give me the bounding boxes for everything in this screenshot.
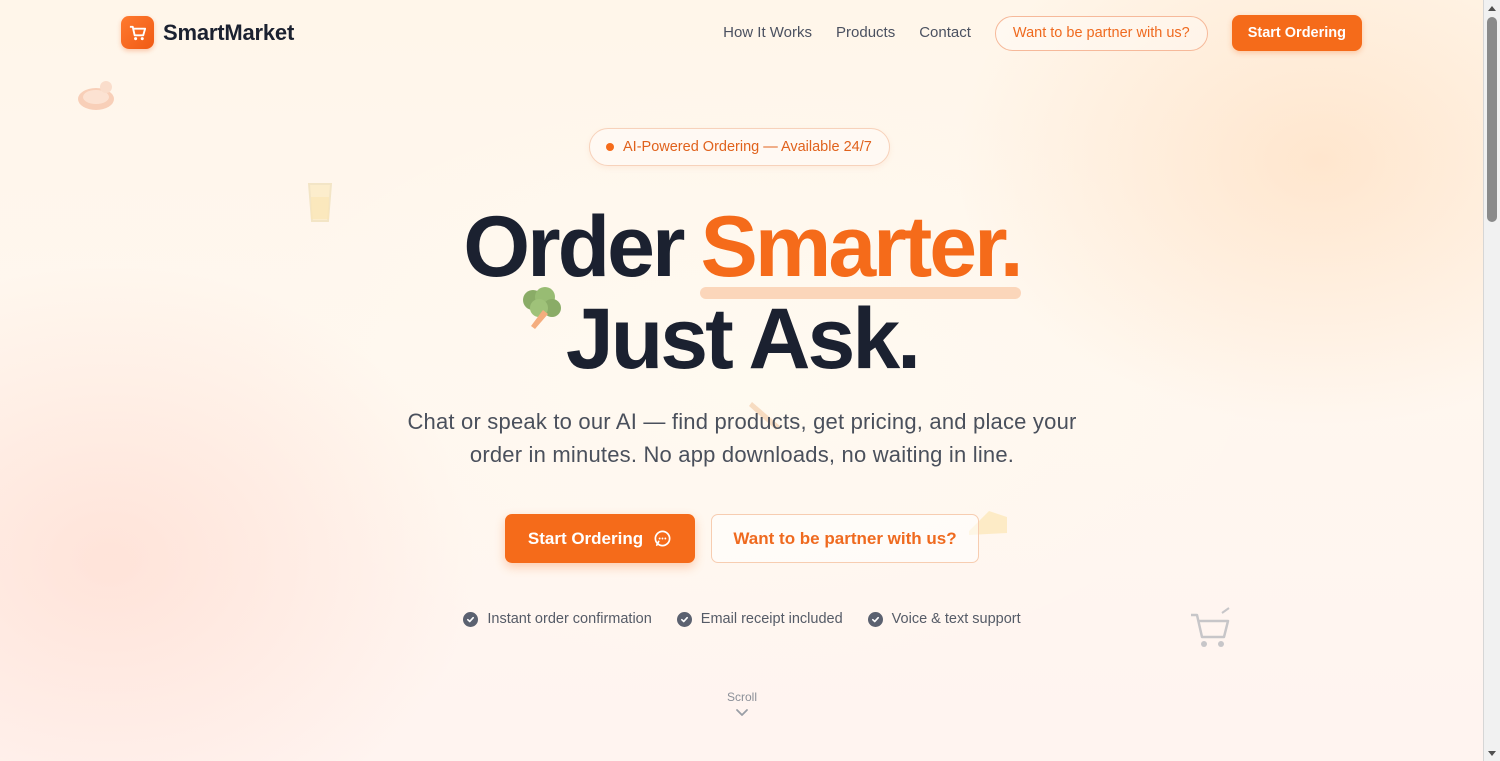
check-circle-icon [676, 611, 692, 627]
ai-badge-label: AI-Powered Ordering — Available 24/7 [623, 139, 872, 155]
brand-name: SmartMarket [163, 19, 295, 45]
top-navigation: How It Works Products Contact Want to be… [723, 15, 1362, 51]
feature-label: Voice & text support [891, 611, 1021, 627]
chevron-down-icon [736, 709, 748, 716]
feature-item: Instant order confirmation [463, 611, 652, 627]
feature-label: Instant order confirmation [487, 611, 652, 627]
feature-label: Email receipt included [700, 611, 843, 627]
hero-headline-line1: Order Smarter. [0, 204, 1484, 290]
ai-badge: AI-Powered Ordering — Available 24/7 [589, 128, 890, 166]
scroll-indicator[interactable]: Scroll [0, 690, 1484, 718]
cart-icon [121, 16, 154, 49]
nav-link-products[interactable]: Products [836, 15, 895, 51]
partner-button[interactable]: Want to be partner with us? [711, 514, 979, 563]
status-dot-icon [606, 143, 614, 151]
steak-icon [78, 81, 114, 110]
feature-item: Email receipt included [676, 611, 843, 627]
check-circle-icon [463, 611, 479, 627]
scroll-down-arrow-icon[interactable] [1484, 745, 1500, 761]
scroll-up-arrow-icon[interactable] [1484, 0, 1500, 16]
hero-subtitle: Chat or speak to our AI — find products,… [407, 409, 1077, 467]
nav-start-ordering-button[interactable]: Start Ordering [1231, 15, 1362, 51]
start-ordering-label: Start Ordering [527, 528, 644, 548]
start-ordering-button[interactable]: Start Ordering [505, 514, 695, 563]
nav-partner-button[interactable]: Want to be partner with us? [994, 15, 1208, 51]
vertical-scrollbar[interactable] [1483, 0, 1500, 761]
headline-word-smarter: Smarter. [700, 199, 1023, 295]
nav-link-contact[interactable]: Contact [919, 15, 971, 51]
headline-just-ask: Just Ask. [565, 291, 921, 387]
scroll-label: Scroll [726, 690, 757, 704]
scrollbar-thumb[interactable] [1487, 17, 1497, 222]
hero-headline-line2: Just Ask. [0, 296, 1484, 382]
headline-word-order: Order [463, 199, 685, 295]
nav-link-how-it-works[interactable]: How It Works [723, 15, 812, 51]
brand-logo[interactable]: SmartMarket [121, 16, 294, 49]
feature-list: Instant order confirmation Email receipt… [0, 611, 1484, 627]
check-circle-icon [867, 611, 883, 627]
chat-bubble-icon [654, 530, 671, 547]
feature-item: Voice & text support [867, 611, 1021, 627]
